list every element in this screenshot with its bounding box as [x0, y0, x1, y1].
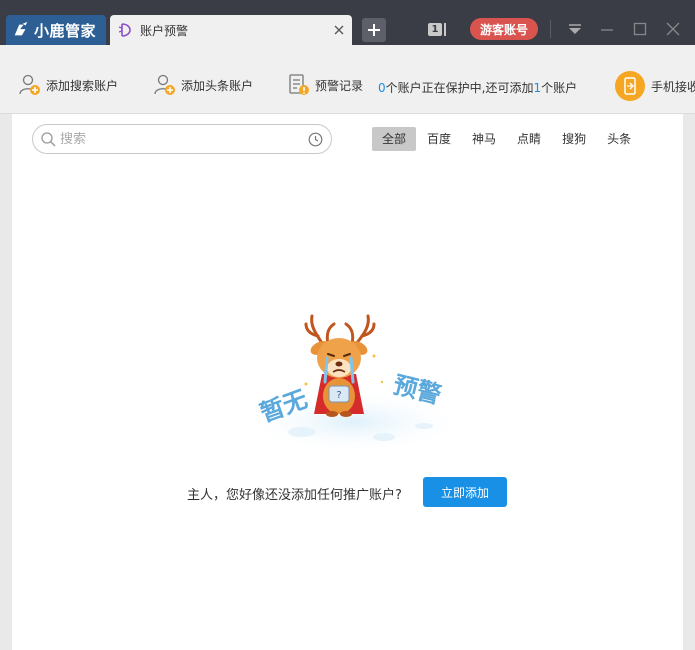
- filter-all[interactable]: 全部: [372, 127, 417, 151]
- window-count[interactable]: 1: [428, 22, 448, 36]
- tab-label: 账户预警: [140, 23, 189, 38]
- window-count-bar: [444, 22, 446, 36]
- search-input[interactable]: [60, 131, 300, 147]
- main-panel: 全部 百度 神马 点睛 搜狗 头条 ?: [12, 114, 683, 650]
- account-status: 0个账户正在保护中,还可添加1个账户: [378, 79, 577, 96]
- window-count-number: 1: [428, 22, 442, 36]
- close-icon: [666, 22, 680, 36]
- status-mid: 个账户正在保护中,还可添加: [385, 81, 534, 95]
- add-toutiao-account-label: 添加头条账户: [181, 78, 254, 93]
- filter-sogou[interactable]: 搜狗: [552, 127, 596, 151]
- toolbar: 添加搜索账户 添加头条账户 预警记录 0个账户正在保护中,还可添加1个账户 手机…: [0, 45, 695, 114]
- status-tail: 个账户: [541, 81, 578, 95]
- empty-state-illustration: ? 暂无 预警: [239, 314, 469, 454]
- brand-tab[interactable]: 小鹿管家: [6, 15, 106, 45]
- maximize-button[interactable]: [629, 18, 651, 40]
- close-tab-icon[interactable]: [332, 23, 346, 37]
- menu-dropdown-button[interactable]: [564, 18, 586, 40]
- filter-shenma[interactable]: 神马: [462, 127, 506, 151]
- dropdown-menu-icon: [569, 24, 581, 34]
- phone-receive-button[interactable]: 手机接收: [615, 71, 695, 101]
- search-icon: [41, 131, 56, 146]
- filter-dianjing[interactable]: 点睛: [507, 127, 551, 151]
- new-tab-button[interactable]: [362, 18, 386, 42]
- deer-logo-icon: [14, 21, 28, 36]
- add-search-account-button[interactable]: 添加搜索账户: [18, 73, 118, 97]
- alert-document-icon: [289, 74, 309, 95]
- title-bar: 小鹿管家 账户预警 1 游客账号: [0, 0, 695, 45]
- add-user-icon: [19, 74, 40, 95]
- divider: [550, 20, 551, 38]
- add-now-button[interactable]: 立即添加: [423, 477, 507, 507]
- search-box[interactable]: [32, 124, 332, 154]
- right-gutter: [683, 114, 695, 650]
- empty-message: 主人，您好像还没添加任何推广账户?: [187, 488, 402, 503]
- protected-count: 0: [378, 81, 386, 95]
- alert-records-button[interactable]: 预警记录: [287, 73, 363, 97]
- platform-filters: 全部 百度 神马 点睛 搜狗 头条: [372, 127, 642, 151]
- phone-receive-label: 手机接收: [651, 79, 695, 94]
- add-user-icon: [154, 74, 175, 95]
- plus-icon: [368, 24, 380, 36]
- close-window-button[interactable]: [662, 18, 684, 40]
- tab-deer-icon: [118, 23, 131, 37]
- minimize-icon: [601, 29, 613, 31]
- filter-toutiao[interactable]: 头条: [597, 127, 641, 151]
- available-count: 1: [533, 81, 542, 95]
- maximize-icon: [633, 22, 647, 36]
- empty-badge: ?: [336, 390, 341, 401]
- add-search-account-label: 添加搜索账户: [46, 78, 119, 93]
- minimize-button[interactable]: [596, 18, 618, 40]
- brand-name: 小鹿管家: [34, 21, 97, 40]
- tab-account-alert[interactable]: 账户预警: [110, 15, 352, 45]
- phone-icon: [615, 71, 645, 101]
- history-clock-icon[interactable]: [308, 132, 323, 147]
- guest-account-button[interactable]: 游客账号: [470, 18, 538, 40]
- add-toutiao-account-button[interactable]: 添加头条账户: [153, 73, 253, 97]
- alert-records-label: 预警记录: [315, 78, 364, 93]
- filter-baidu[interactable]: 百度: [417, 127, 461, 151]
